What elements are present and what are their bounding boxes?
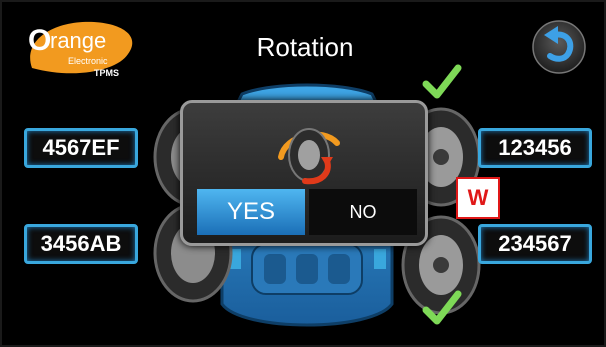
sensor-rear-right[interactable]: 234567: [478, 224, 592, 264]
tpms-screen: O range Electronic TPMS Rotation 4567EF …: [0, 0, 606, 347]
checkmark-icon: [422, 64, 462, 99]
tire-rotation-icon: [278, 128, 340, 185]
back-button[interactable]: [528, 18, 590, 76]
yes-button[interactable]: YES: [197, 189, 305, 235]
rotation-confirm-dialog: YES NO: [180, 100, 428, 246]
logo-tag-text: TPMS: [94, 68, 119, 78]
checkmark-icon: [422, 290, 462, 325]
sensor-front-left[interactable]: 4567EF: [24, 128, 138, 168]
no-button[interactable]: NO: [309, 189, 417, 235]
sensor-rear-left[interactable]: 3456AB: [24, 224, 138, 264]
annotation-badge: W: [456, 177, 500, 219]
page-title: Rotation: [256, 32, 354, 62]
sensor-front-right[interactable]: 123456: [478, 128, 592, 168]
